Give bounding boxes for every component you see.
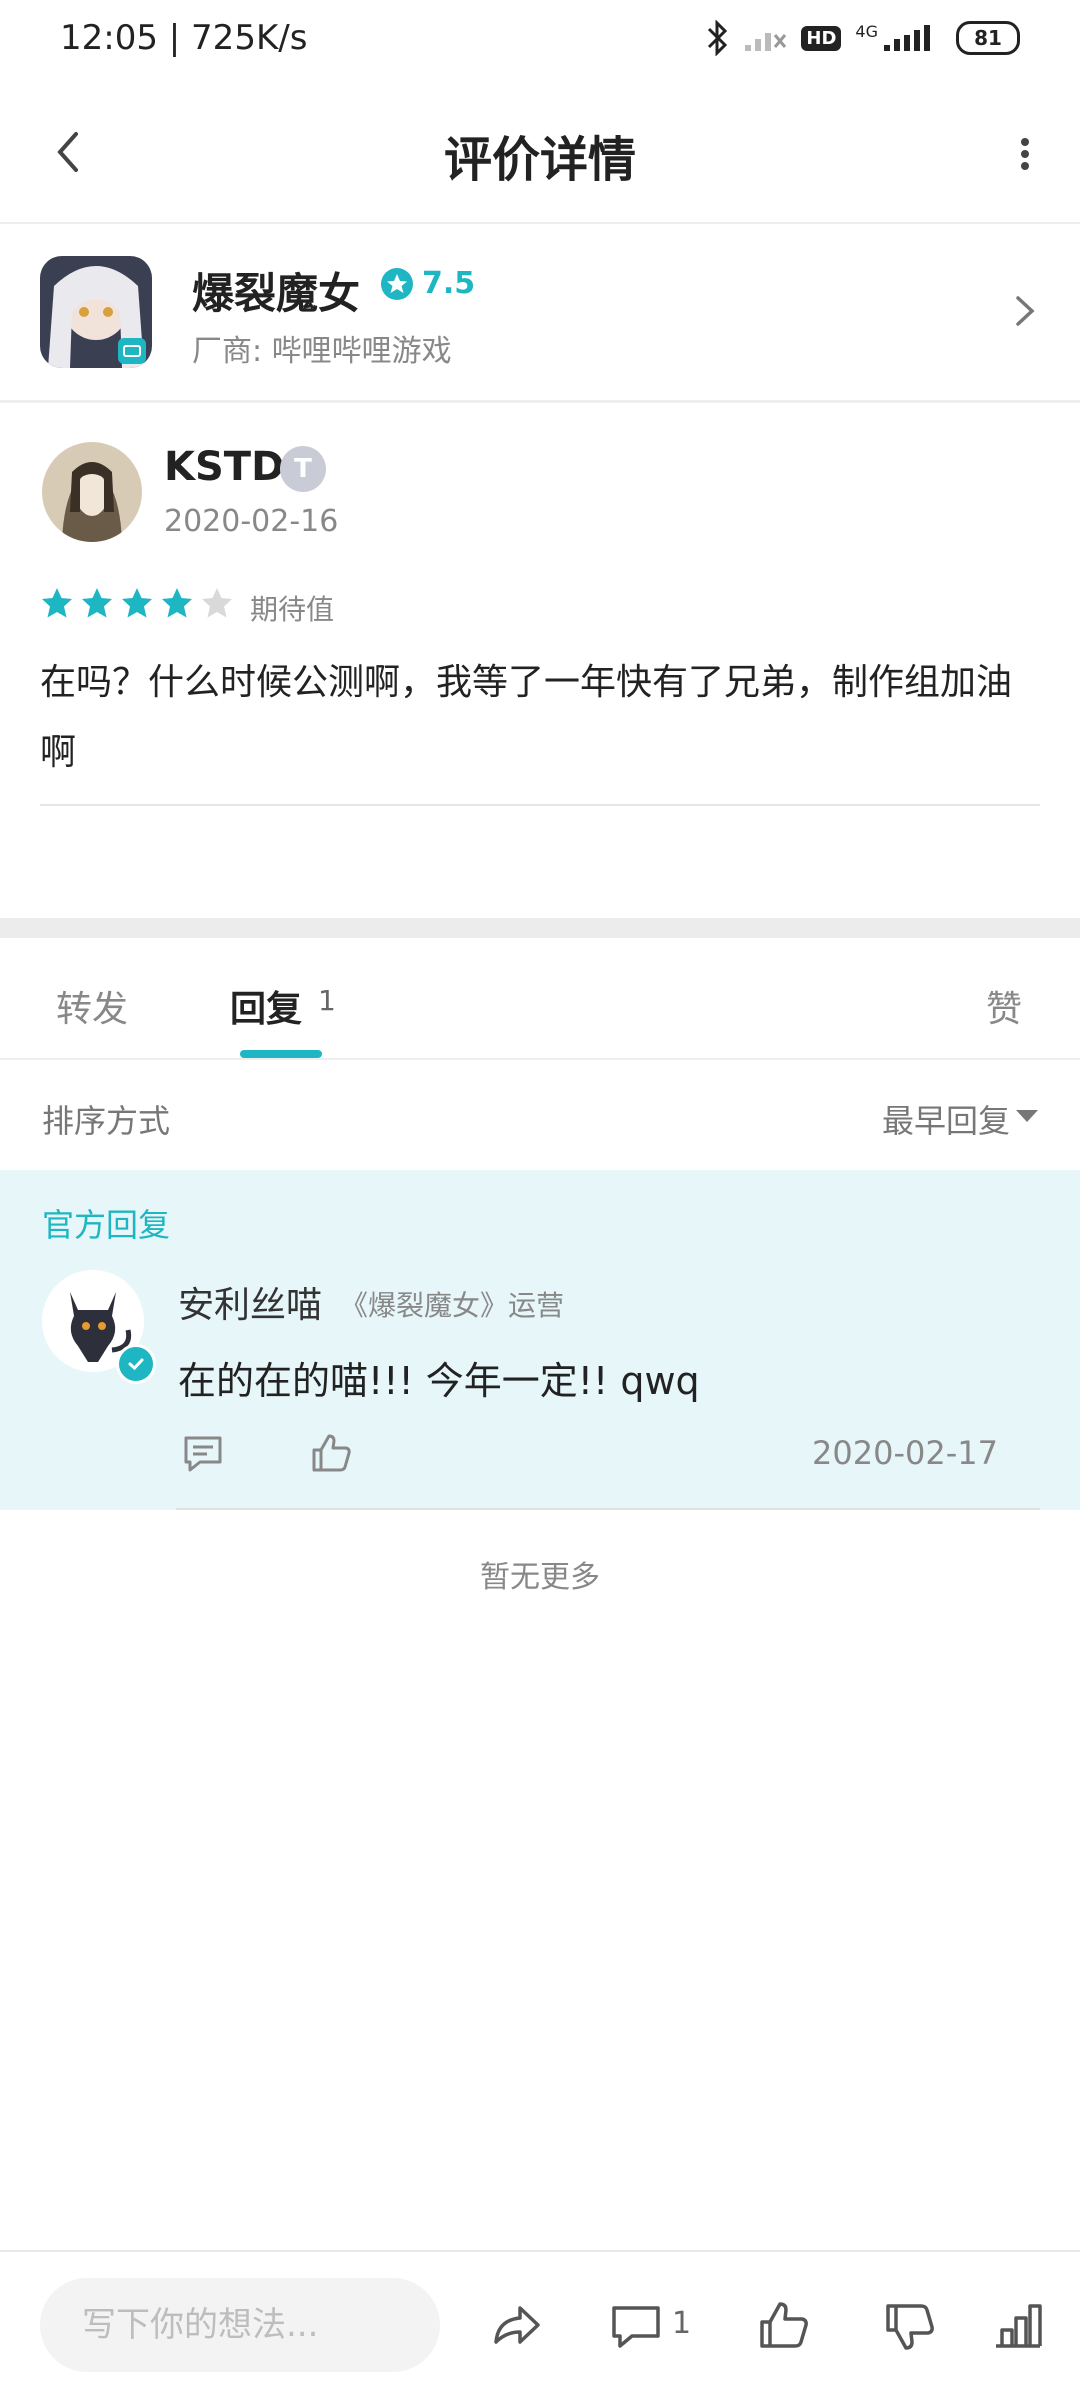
share-icon[interactable] bbox=[488, 2298, 544, 2354]
caret-down-icon[interactable] bbox=[1014, 1106, 1040, 1126]
official-name[interactable]: 安利丝喵 bbox=[178, 1276, 322, 1328]
rating-label: 期待值 bbox=[250, 593, 335, 626]
star-filled-icon bbox=[122, 588, 152, 618]
username[interactable]: KSTD bbox=[164, 444, 284, 490]
status-time-speed: 12:05 | 725K/s bbox=[60, 18, 308, 58]
section-divider bbox=[0, 918, 1080, 938]
status-bar: 12:05 | 725K/s HD 4G 81 bbox=[0, 0, 1080, 84]
verified-icon bbox=[116, 1344, 156, 1384]
game-icon bbox=[40, 256, 152, 368]
comment-input[interactable] bbox=[40, 2278, 440, 2372]
divider bbox=[176, 1508, 1040, 1510]
game-card[interactable]: 爆裂魔女 7.5 厂商: 哔哩哔哩游戏 bbox=[0, 222, 1080, 403]
official-reply-date: 2020-02-17 bbox=[812, 1434, 998, 1472]
star-filled-icon bbox=[42, 588, 72, 618]
star-empty-icon bbox=[202, 588, 232, 618]
divider bbox=[40, 804, 1040, 806]
game-name: 爆裂魔女 bbox=[192, 269, 361, 318]
comment-icon[interactable] bbox=[608, 2298, 664, 2354]
review-date: 2020-02-16 bbox=[164, 504, 339, 539]
thumbs-down-icon[interactable] bbox=[882, 2298, 938, 2354]
comment-count: 1 bbox=[672, 2306, 692, 2341]
official-reply-text: 在的在的喵!!! 今年一定!! qwq bbox=[178, 1359, 700, 1403]
app-header: 评价详情 bbox=[0, 84, 1080, 224]
more-options-icon[interactable] bbox=[1010, 124, 1040, 184]
thumbs-up-icon[interactable] bbox=[756, 2298, 812, 2354]
status-icons: HD 4G 81 bbox=[705, 20, 1020, 56]
active-tab-indicator bbox=[240, 1050, 322, 1058]
network-type: 4G bbox=[855, 21, 878, 41]
hd-icon: HD bbox=[801, 25, 842, 51]
battery-icon: 81 bbox=[956, 21, 1020, 55]
review-text: 在吗？什么时候公测啊，我等了一年快有了兄弟，制作组加油啊 bbox=[40, 662, 1013, 773]
signal-strong-icon bbox=[884, 25, 930, 51]
stats-chart-icon[interactable] bbox=[990, 2298, 1046, 2354]
tab-reply[interactable]: 回复 bbox=[230, 980, 302, 1032]
user-level-badge: T bbox=[280, 446, 326, 492]
page-title: 评价详情 bbox=[443, 132, 636, 188]
game-vendor: 厂商: 哔哩哔哩游戏 bbox=[192, 334, 452, 369]
chevron-right-icon[interactable] bbox=[1004, 288, 1044, 334]
tab-reply-count: 1 bbox=[318, 984, 336, 1017]
game-score: 7.5 bbox=[380, 266, 475, 301]
thumbs-up-icon[interactable] bbox=[308, 1430, 354, 1476]
tab-forward[interactable]: 转发 bbox=[56, 980, 128, 1032]
bluetooth-icon bbox=[708, 20, 728, 56]
no-more-text: 暂无更多 bbox=[480, 1560, 600, 1595]
star-filled-icon bbox=[82, 588, 112, 618]
tab-like[interactable]: 赞 bbox=[986, 980, 1022, 1032]
score-value: 7.5 bbox=[422, 266, 476, 301]
user-avatar[interactable] bbox=[42, 442, 142, 542]
score-star-icon bbox=[381, 267, 413, 300]
signal-weak-icon bbox=[745, 33, 787, 51]
rating-stars bbox=[40, 586, 234, 620]
comment-icon[interactable] bbox=[180, 1430, 226, 1476]
comment-input-field[interactable] bbox=[40, 2278, 440, 2372]
sort-select[interactable]: 最早回复 bbox=[882, 1096, 1010, 1142]
official-role: 《爆裂魔女》运营 bbox=[340, 1289, 565, 1322]
star-filled-icon bbox=[162, 588, 192, 618]
official-reply-tag: 官方回复 bbox=[42, 1206, 171, 1244]
tab-bar: 转发 回复 1 赞 bbox=[0, 938, 1080, 1060]
sort-label: 排序方式 bbox=[42, 1102, 171, 1140]
